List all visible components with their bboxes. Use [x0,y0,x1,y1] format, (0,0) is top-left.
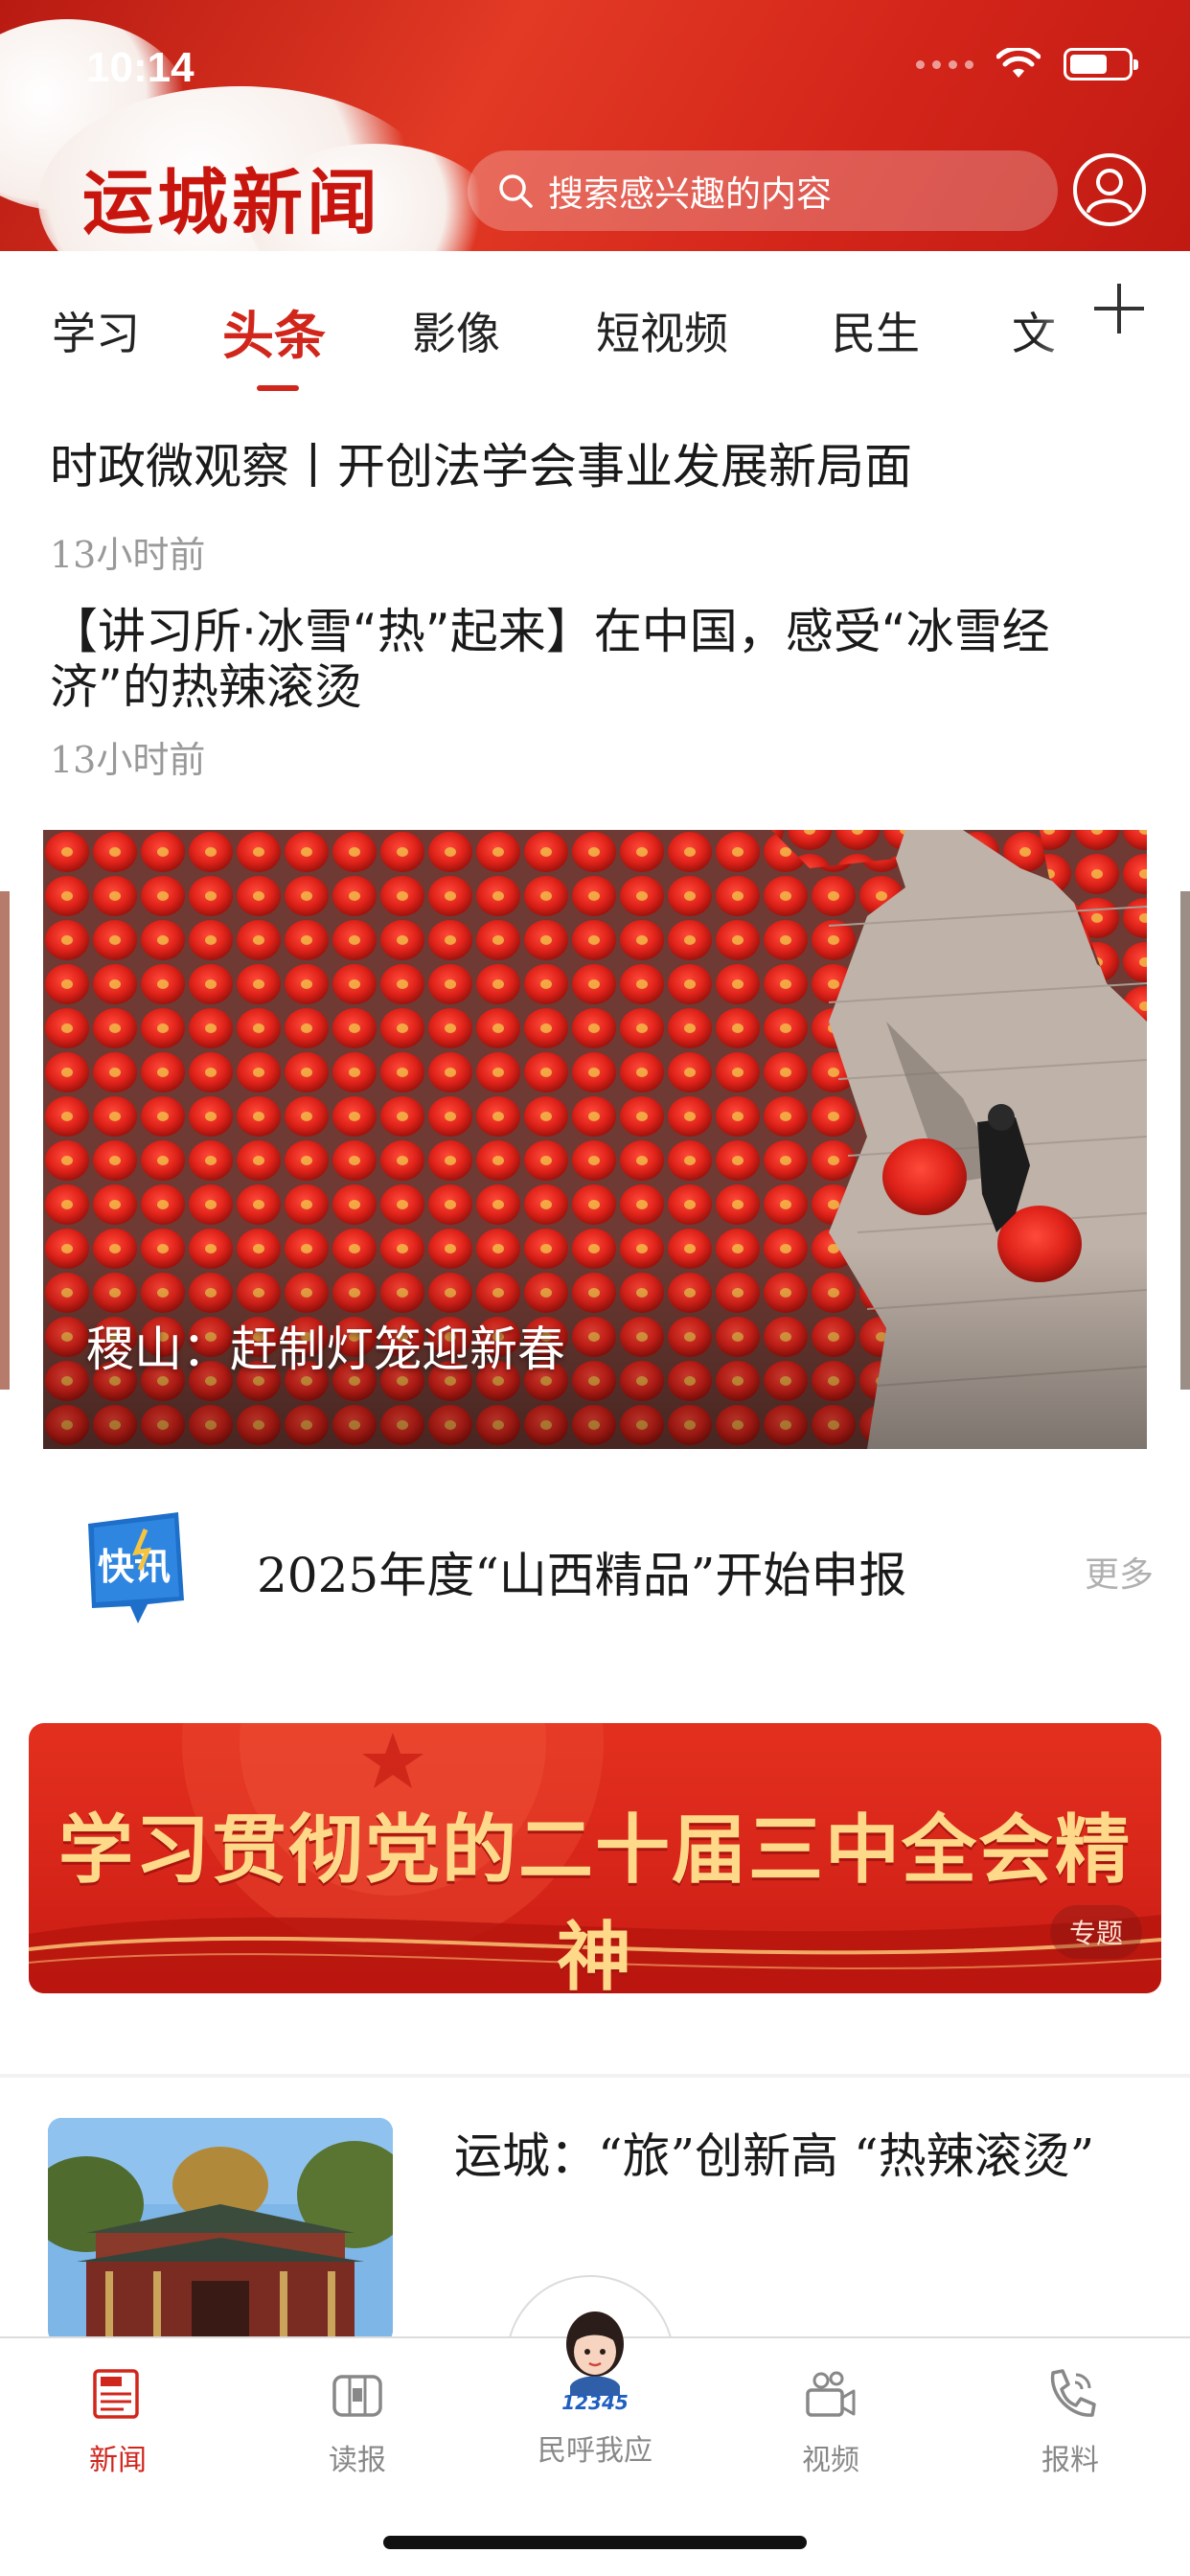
add-channel-icon[interactable] [1090,280,1148,337]
more-link[interactable]: 更多 [1085,1547,1154,1597]
status-icons [916,48,1138,80]
news-title[interactable]: 时政微观察丨开创法学会事业发展新局面 [50,439,1142,494]
nav-item-hotline[interactable]: 12345 民呼我应 [523,2304,667,2469]
carousel-prev-peek [0,891,10,1390]
hotline-12345-avatar: 12345 [561,2312,629,2411]
video-camera-icon [806,2371,856,2417]
news-time: 13小时前 [50,739,206,781]
carousel-caption: 稷山：赶制灯笼迎新春 [86,1322,565,1377]
temple-photo [48,2118,393,2344]
article-thumbnail[interactable] [48,2118,393,2344]
special-topic-banner[interactable]: 学习贯彻党的二十届三中全会精神 专题 [29,1723,1161,1993]
home-indicator [383,2536,807,2549]
active-tab-indicator [257,385,299,391]
flash-news-text[interactable]: 2025年度“山西精品”开始申报 [257,1537,906,1606]
search-input[interactable]: 搜索感兴趣的内容 [468,150,1058,231]
nav-item-video[interactable]: 视频 [759,2363,903,2478]
news-time: 13小时前 [50,534,206,576]
nav-label: 新闻 [89,2444,147,2477]
nav-item-report[interactable]: 报料 [998,2363,1142,2478]
tab-duanshipin[interactable]: 短视频 [596,299,728,362]
user-profile-icon[interactable] [1071,151,1148,228]
topic-badge: 专题 [1050,1905,1142,1959]
read-paper-icon [332,2375,382,2417]
nav-label: 视频 [802,2444,859,2477]
nav-label: 报料 [1041,2444,1099,2477]
hotline-badge-text: 12345 [561,2391,629,2411]
search-icon [499,174,533,208]
carousel-next-peek [1180,891,1190,1390]
section-divider [0,2074,1190,2078]
nav-item-news[interactable]: 新闻 [46,2363,190,2478]
status-time: 10:14 [86,44,195,91]
nav-item-read-paper[interactable]: 读报 [286,2363,429,2478]
tab-minsheng[interactable]: 民生 [832,299,920,362]
app-logo: 运城新闻 [82,162,381,244]
nav-label: 读报 [329,2444,386,2477]
channel-tabs: 学习 头条 影像 短视频 民生 文 [0,251,1190,395]
tab-yingxiang[interactable]: 影像 [412,299,500,362]
nav-label: 民呼我应 [538,2434,652,2468]
tab-xuexi[interactable]: 学习 [52,299,140,362]
search-placeholder: 搜索感兴趣的内容 [548,173,832,215]
flash-news-logo: 快讯 [88,1512,184,1623]
article-title[interactable]: 运城：“旅”创新高 “热辣滚烫” [454,2118,1094,2187]
banner-title: 学习贯彻党的二十届三中全会精神 [57,1807,1132,1993]
newspaper-icon [93,2369,139,2419]
battery-icon [1064,48,1138,80]
news-title[interactable]: 【讲习所·冰雪“热”起来】在中国，感受“冰雪经济”的热辣滚烫 [50,604,1142,715]
tab-toutiao[interactable]: 头条 [222,293,326,369]
wifi-icon [996,48,1041,78]
signal-icon [916,59,973,69]
phone-report-icon [1050,2369,1096,2417]
